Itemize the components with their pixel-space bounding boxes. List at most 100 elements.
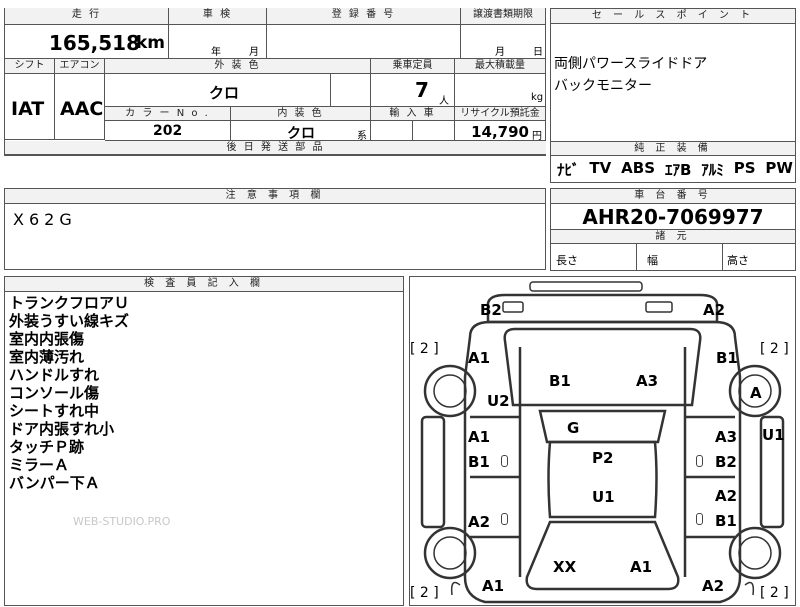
transfer-day-unit: 日 bbox=[533, 47, 543, 58]
equipment-abs: ABS bbox=[621, 159, 656, 177]
mileage-unit: km bbox=[135, 33, 165, 53]
inspection-header: 車 検 bbox=[169, 8, 267, 25]
dimension-width-cell: 幅 bbox=[637, 244, 723, 270]
inspector-notes-list: トランクフロアＵ 外装うすい線キズ 室内内張傷 室内薄汚れ ハンドルすれ コンソ… bbox=[9, 294, 129, 492]
equipment-ps: PS bbox=[733, 159, 756, 177]
exterior-color-extra-cell bbox=[331, 74, 371, 107]
mileage-value: 165,518 bbox=[48, 31, 140, 55]
interior-color-value: クロ bbox=[287, 126, 315, 142]
interior-color-suffix: 系 bbox=[357, 131, 367, 142]
damage-rear-quarter-left: A1 bbox=[468, 349, 491, 367]
aircon-value: AAC bbox=[60, 98, 104, 120]
equipment-airbag: ｴｱB bbox=[664, 161, 692, 179]
damage-windshield-right: A1 bbox=[630, 558, 653, 576]
damage-rear-door-left-2: B1 bbox=[468, 453, 490, 471]
later-parts-header: 後 日 発 送 部 品 bbox=[5, 141, 546, 155]
door-handle bbox=[501, 455, 508, 467]
genuine-equipment-box: 純 正 装 備 ﾅﾋﾞ TV ABS ｴｱB ｱﾙﾐ PS PW bbox=[550, 142, 796, 183]
damage-bracket-rear-left: [ 2 ] bbox=[410, 341, 439, 357]
inspector-note: シートすれ中 bbox=[9, 402, 100, 420]
damage-roof-front: U1 bbox=[592, 488, 615, 506]
recycle-unit: 円 bbox=[532, 131, 542, 142]
damage-rear-right: A2 bbox=[703, 301, 726, 319]
inspection-cell: 年 月 bbox=[169, 25, 267, 59]
shift-header: シフト bbox=[5, 59, 55, 74]
dimension-height-cell: 高さ bbox=[723, 244, 795, 270]
capacity-header: 乗車定員 bbox=[371, 59, 455, 74]
inspection-year-unit: 年 bbox=[211, 47, 221, 58]
max-load-cell: kg bbox=[455, 74, 546, 107]
inspector-note: 室内内張傷 bbox=[9, 330, 85, 348]
door-handle bbox=[696, 455, 703, 467]
mileage-header: 走 行 bbox=[5, 8, 169, 25]
damage-rear-door-right-2: B2 bbox=[715, 453, 737, 471]
damage-roof: G bbox=[567, 419, 580, 437]
sales-point-box: セ ー ル ス ポ イ ン ト 両側パワースライドドア バックモニター bbox=[550, 8, 796, 142]
damage-wheel-rr: A bbox=[750, 384, 762, 402]
damage-rear-glass-left: B1 bbox=[549, 372, 571, 390]
import-cell-2 bbox=[413, 121, 455, 141]
damage-front-door-right-2: B1 bbox=[715, 512, 737, 530]
capacity-value: 7 bbox=[415, 78, 429, 102]
exterior-color-cell: クロ bbox=[105, 74, 331, 107]
recycle-header: リサイクル預託金 bbox=[455, 107, 546, 121]
inspection-month-unit: 月 bbox=[249, 47, 259, 58]
dimension-height-label: 高さ bbox=[727, 254, 749, 267]
damage-wheel-rl: U2 bbox=[487, 392, 510, 410]
mileage-cell: 165,518 km bbox=[5, 25, 169, 59]
notes-header: 注 意 事 項 欄 bbox=[5, 189, 545, 204]
damage-bracket-front-right: [ 2 ] bbox=[760, 585, 789, 601]
inspector-header: 検 査 員 記 入 欄 bbox=[5, 277, 403, 292]
chassis-box: 車 台 番 号 AHR20-7069977 bbox=[550, 188, 796, 230]
genuine-equipment-list: ﾅﾋﾞ TV ABS ｴｱB ｱﾙﾐ PS PW bbox=[557, 159, 793, 180]
exterior-color-value: クロ bbox=[209, 84, 240, 102]
genuine-equipment-header: 純 正 装 備 bbox=[551, 142, 795, 156]
damage-rear-glass-right: A3 bbox=[636, 372, 659, 390]
door-handle bbox=[501, 513, 508, 525]
transfer-deadline-header: 譲渡書類期限 bbox=[461, 8, 546, 25]
capacity-cell: 7 人 bbox=[371, 74, 455, 107]
equipment-nav: ﾅﾋﾞ bbox=[557, 161, 580, 179]
aircon-header: エアコン bbox=[55, 59, 105, 74]
dimensions-header: 諸 元 bbox=[551, 230, 795, 244]
inspector-note: タッチＰ跡 bbox=[9, 438, 85, 456]
notes-value: X62G bbox=[13, 210, 77, 229]
registration-header: 登 録 番 号 bbox=[267, 8, 461, 25]
aircon-cell: AAC bbox=[55, 74, 105, 140]
damage-bracket-rear-right: [ 2 ] bbox=[760, 341, 789, 357]
dimensions-box: 諸 元 長さ 幅 高さ bbox=[550, 230, 796, 271]
inspector-note: 外装うすい線キズ bbox=[9, 312, 130, 330]
transfer-deadline-cell: 月 日 bbox=[461, 25, 546, 59]
exterior-color-header: 外 装 色 bbox=[105, 59, 371, 74]
inspector-note: トランクフロアＵ bbox=[9, 294, 130, 312]
damage-front-left: A1 bbox=[482, 577, 505, 595]
sales-point-item: 両側パワースライドドア bbox=[554, 56, 708, 72]
damage-rear-door-right-1: A3 bbox=[715, 428, 738, 446]
inspector-note: コンソール傷 bbox=[9, 384, 100, 402]
color-no-header: カ ラ ー N o . bbox=[105, 107, 231, 121]
color-no-cell: 202 bbox=[105, 121, 231, 141]
door-handle bbox=[696, 513, 703, 525]
car-diagram-box: B2 A2 [ 2 ] [ 2 ] A1 B1 B1 A3 U2 A G A1 … bbox=[409, 276, 796, 606]
damage-rear-door-left-1: A1 bbox=[468, 428, 491, 446]
interior-color-header: 内 装 色 bbox=[231, 107, 371, 121]
max-load-unit: kg bbox=[531, 92, 544, 103]
chassis-value: AHR20-7069977 bbox=[582, 205, 764, 229]
dimension-length-label: 長さ bbox=[556, 254, 578, 267]
shift-value: IAT bbox=[11, 98, 45, 120]
inspector-note: ハンドルすれ bbox=[9, 366, 100, 384]
inspector-note: バンパー下Ａ bbox=[9, 474, 100, 492]
damage-front-right: A2 bbox=[702, 577, 725, 595]
shift-cell: IAT bbox=[5, 74, 55, 140]
capacity-unit: 人 bbox=[439, 96, 449, 107]
chassis-header: 車 台 番 号 bbox=[551, 189, 795, 204]
recycle-cell: 14,790 円 bbox=[455, 121, 546, 142]
damage-front-door-left: A2 bbox=[468, 513, 491, 531]
inspector-note: ミラーＡ bbox=[9, 456, 70, 474]
vehicle-info-table: 走 行 車 検 登 録 番 号 譲渡書類期限 165,518 km 年 月 月 … bbox=[4, 8, 546, 156]
interior-color-cell: クロ 系 bbox=[231, 121, 371, 142]
damage-side-right: U1 bbox=[762, 426, 785, 444]
equipment-alloy: ｱﾙﾐ bbox=[701, 161, 724, 179]
damage-front-door-right-1: A2 bbox=[715, 487, 738, 505]
dimension-length-cell: 長さ bbox=[551, 244, 637, 270]
